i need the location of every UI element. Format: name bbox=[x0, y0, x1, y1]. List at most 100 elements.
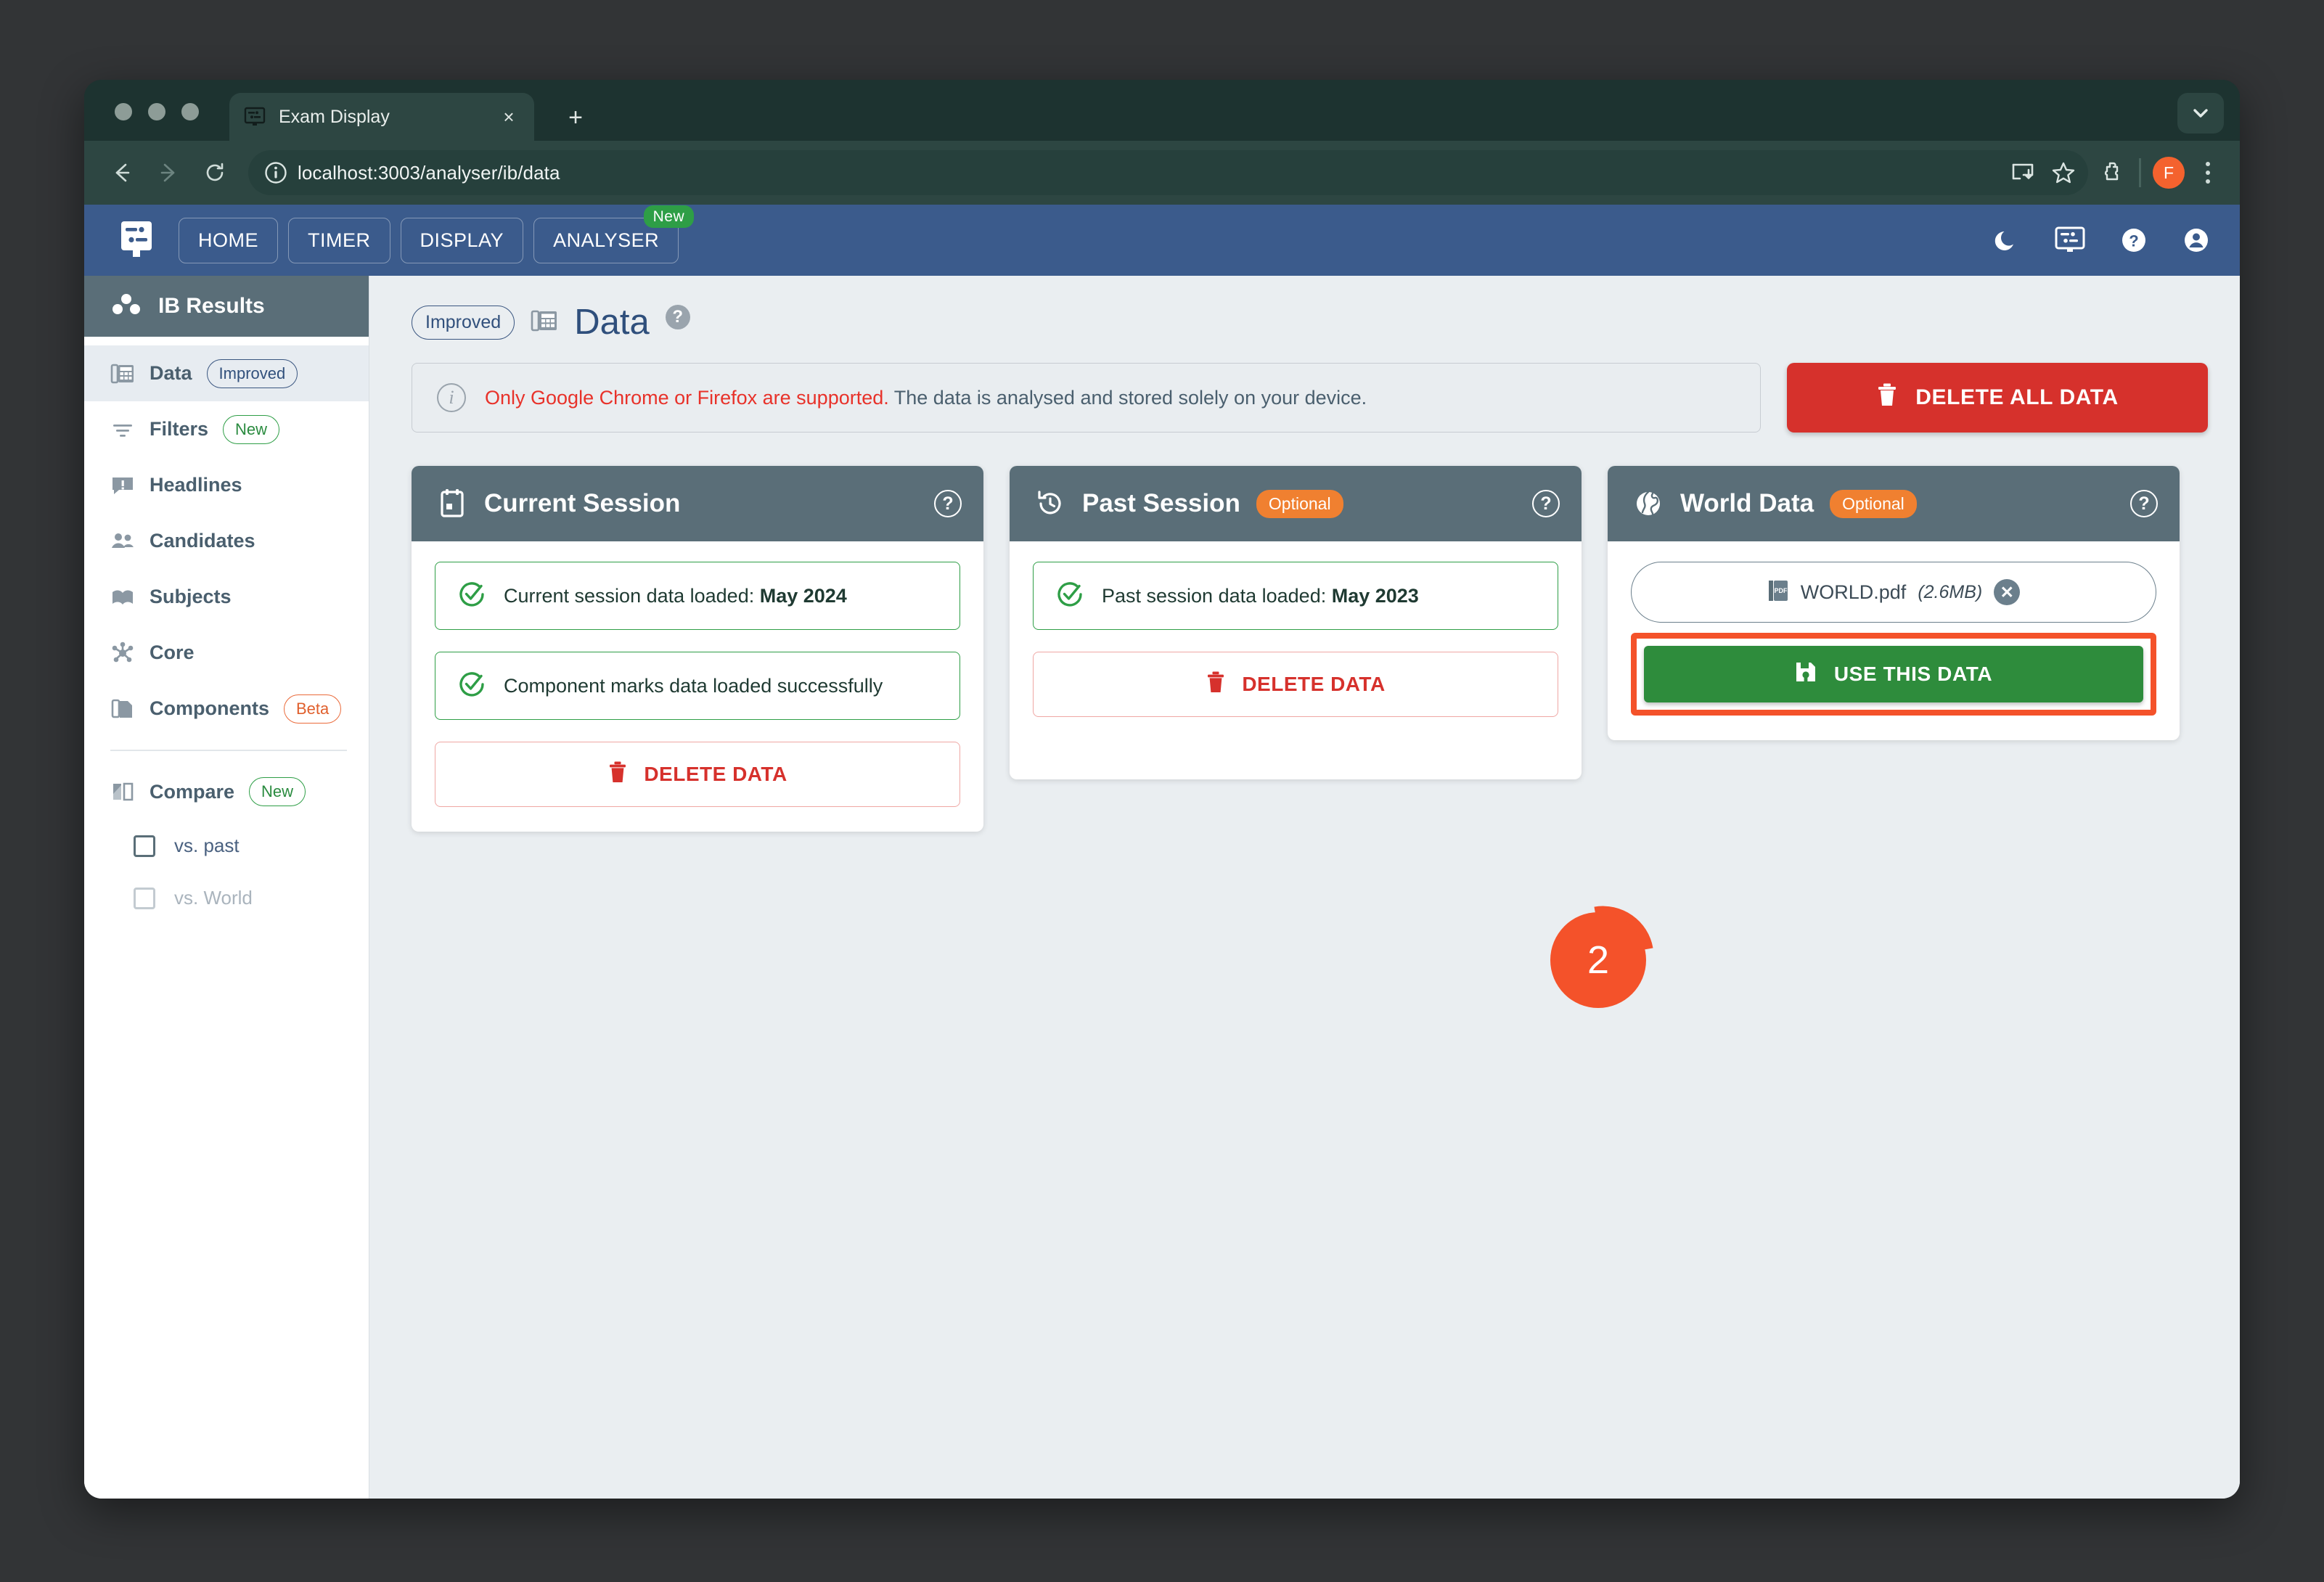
sidebar-item-core[interactable]: Core bbox=[84, 625, 369, 681]
delete-data-label: DELETE DATA bbox=[1242, 673, 1386, 695]
forward-arrow-icon[interactable] bbox=[148, 152, 189, 193]
file-name: WORLD.pdf bbox=[1800, 581, 1907, 603]
sidebar-item-label: Components bbox=[150, 697, 269, 719]
extensions-puzzle-icon[interactable] bbox=[2100, 159, 2127, 187]
window-minimize-dot[interactable] bbox=[148, 103, 165, 120]
sidebar-items: Data Improved Filters New Headlines Cand… bbox=[84, 337, 369, 925]
card-header: Current Session ? bbox=[412, 466, 983, 541]
card-optional-badge: Optional bbox=[1256, 489, 1343, 518]
sidebar-item-data[interactable]: Data Improved bbox=[84, 345, 369, 401]
nav-item-label: TIMER bbox=[308, 229, 371, 251]
nav-item-home[interactable]: HOME bbox=[179, 217, 278, 263]
bookmark-star-icon[interactable] bbox=[2050, 160, 2077, 186]
profile-avatar[interactable]: F bbox=[2153, 157, 2185, 189]
address-bar-url: localhost:3003/analyser/ib/data bbox=[298, 161, 560, 184]
check-circle-icon bbox=[457, 670, 486, 702]
sidebar-item-compare[interactable]: Compare New bbox=[84, 764, 369, 820]
browser-tab-strip: Exam Display × + bbox=[84, 80, 2240, 141]
page-header: Improved Data ? bbox=[412, 292, 2208, 358]
help-question-icon[interactable]: ? bbox=[1532, 490, 1560, 517]
save-floppy-icon bbox=[1795, 661, 1817, 688]
app-navbar: HOME TIMER DISPLAY ANALYSER New ? bbox=[84, 205, 2240, 276]
status-value: May 2024 bbox=[759, 584, 847, 607]
alert-warning: Only Google Chrome or Firefox are suppor… bbox=[485, 386, 889, 409]
back-arrow-icon[interactable] bbox=[102, 152, 142, 193]
tab-title: Exam Display bbox=[279, 106, 390, 127]
help-question-icon[interactable]: ? bbox=[2130, 490, 2158, 517]
display-screen-icon[interactable] bbox=[2054, 226, 2086, 255]
remove-file-icon[interactable]: ✕ bbox=[1994, 579, 2021, 605]
sidebar-item-subjects[interactable]: Subjects bbox=[84, 569, 369, 625]
sidebar: IB Results Data Improved Filters New Hea… bbox=[84, 276, 369, 1499]
checkbox-vs-past[interactable] bbox=[134, 835, 155, 857]
browser-tab[interactable]: Exam Display × bbox=[229, 93, 534, 141]
sidebar-item-headlines[interactable]: Headlines bbox=[84, 457, 369, 513]
callout-circle: 2 bbox=[1550, 912, 1646, 1008]
check-circle-icon bbox=[1055, 580, 1084, 612]
delete-data-button-current[interactable]: DELETE DATA bbox=[435, 742, 960, 807]
filter-icon bbox=[110, 417, 135, 442]
card-body: PDF WORLD.pdf (2.6MB) ✕ USE THIS DATA bbox=[1608, 541, 2180, 740]
uploaded-file-pill[interactable]: PDF WORLD.pdf (2.6MB) ✕ bbox=[1631, 562, 2156, 623]
reload-icon[interactable] bbox=[195, 152, 235, 193]
main-content: Improved Data ? i Only Google Chrome or … bbox=[369, 276, 2240, 1499]
window-maximize-dot[interactable] bbox=[181, 103, 199, 120]
sidebar-item-label: Compare bbox=[150, 780, 235, 803]
toolbar-divider bbox=[2139, 158, 2141, 187]
app-nav-items: HOME TIMER DISPLAY ANALYSER New bbox=[179, 205, 695, 263]
status-value: May 2023 bbox=[1331, 584, 1419, 607]
kebab-menu-icon[interactable] bbox=[2193, 162, 2222, 184]
sidebar-item-label: Filters bbox=[150, 418, 209, 440]
tab-close-icon[interactable]: × bbox=[498, 107, 520, 126]
sidebar-item-label: Subjects bbox=[150, 586, 232, 607]
delete-data-button-past[interactable]: DELETE DATA bbox=[1033, 652, 1558, 717]
checkbox-label: vs. World bbox=[174, 887, 253, 909]
dark-mode-moon-icon[interactable] bbox=[1992, 226, 2021, 255]
help-question-icon[interactable]: ? bbox=[2119, 226, 2148, 255]
sidebar-item-candidates[interactable]: Candidates bbox=[84, 513, 369, 569]
sidebar-item-label: Headlines bbox=[150, 474, 242, 496]
exam-display-favicon bbox=[244, 106, 266, 128]
subjects-book-icon bbox=[110, 585, 135, 610]
use-this-data-button[interactable]: USE THIS DATA bbox=[1644, 646, 2143, 702]
alert-detail: The data is analysed and stored solely o… bbox=[888, 386, 1367, 409]
sidebar-item-filters[interactable]: Filters New bbox=[84, 401, 369, 457]
nav-item-analyser[interactable]: ANALYSER New bbox=[533, 205, 695, 263]
help-question-icon[interactable]: ? bbox=[934, 490, 962, 517]
window-close-dot[interactable] bbox=[115, 103, 132, 120]
sidebar-item-components[interactable]: Components Beta bbox=[84, 681, 369, 737]
core-network-icon bbox=[110, 641, 135, 665]
status-past-session: Past session data loaded: May 2023 bbox=[1033, 562, 1558, 630]
sidebar-checkbox-vs-world[interactable]: vs. World bbox=[84, 872, 369, 925]
help-question-icon[interactable]: ? bbox=[665, 305, 690, 329]
data-table-icon bbox=[110, 361, 135, 386]
card-body: Past session data loaded: May 2023 DELET… bbox=[1010, 541, 1582, 779]
sidebar-item-chip: Beta bbox=[284, 694, 342, 724]
delete-all-data-button[interactable]: DELETE ALL DATA bbox=[1787, 363, 2208, 433]
history-clock-icon bbox=[1034, 488, 1066, 519]
site-info-icon[interactable] bbox=[261, 158, 290, 187]
window-chevron-down-icon[interactable] bbox=[2177, 93, 2224, 134]
use-this-data-highlight: USE THIS DATA bbox=[1631, 633, 2156, 716]
sidebar-checkbox-vs-past[interactable]: vs. past bbox=[84, 820, 369, 872]
svg-text:?: ? bbox=[2129, 232, 2138, 250]
checkbox-vs-world[interactable] bbox=[134, 887, 155, 909]
exam-display-logo[interactable] bbox=[118, 220, 155, 261]
new-tab-button[interactable]: + bbox=[563, 105, 588, 132]
globe-icon bbox=[1632, 488, 1664, 519]
nav-item-label: HOME bbox=[198, 229, 258, 251]
sidebar-item-chip: New bbox=[223, 414, 280, 444]
page-viewport: HOME TIMER DISPLAY ANALYSER New ? IB Res… bbox=[84, 205, 2240, 1499]
check-circle-icon bbox=[457, 580, 486, 612]
account-avatar-icon[interactable] bbox=[2182, 226, 2211, 255]
address-bar[interactable]: localhost:3003/analyser/ib/data bbox=[248, 150, 2088, 195]
nav-item-timer[interactable]: TIMER bbox=[288, 217, 390, 263]
sidebar-item-label: Core bbox=[150, 642, 195, 663]
trash-icon bbox=[607, 761, 628, 789]
status-text: Past session data loaded: May 2023 bbox=[1102, 585, 1419, 607]
window-traffic-lights bbox=[115, 103, 199, 120]
install-app-icon[interactable] bbox=[2010, 160, 2036, 186]
card-world-data: World Data Optional ? PDF WORLD.pdf (2.6… bbox=[1608, 466, 2180, 740]
components-copy-icon bbox=[110, 697, 135, 721]
nav-item-display[interactable]: DISPLAY bbox=[400, 217, 524, 263]
